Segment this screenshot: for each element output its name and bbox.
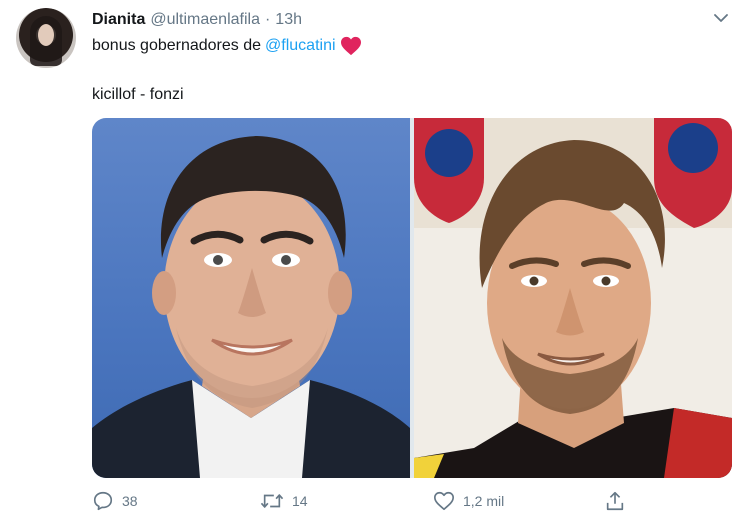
tweet-time[interactable]: 13h (275, 11, 302, 29)
retweet-action[interactable]: 14 (260, 490, 308, 512)
header-separator: · (264, 11, 271, 28)
reply-icon[interactable] (92, 490, 114, 512)
tweet-media[interactable] (92, 118, 732, 478)
tweet-text-line-1: bonus gobernadores de @flucatini (92, 36, 362, 56)
share-icon[interactable] (604, 490, 626, 512)
share-action[interactable] (604, 490, 626, 512)
photo-left[interactable] (92, 118, 410, 478)
mention-link[interactable]: @flucatini (265, 37, 336, 55)
like-action[interactable]: 1,2 mil (433, 490, 504, 512)
chevron-down-icon[interactable] (712, 10, 730, 26)
avatar-face (38, 24, 54, 46)
photo-right-illustration (414, 118, 732, 478)
reply-count: 38 (122, 493, 138, 509)
tweet-text-line-2: kicillof - fonzi (92, 86, 184, 103)
photo-right[interactable] (414, 118, 732, 478)
avatar[interactable] (16, 8, 76, 68)
tweet-header: Dianita @ultimaenlafila · 13h (92, 10, 302, 30)
like-icon[interactable] (433, 490, 455, 512)
retweet-icon[interactable] (260, 490, 284, 512)
like-count: 1,2 mil (463, 493, 505, 509)
reply-action[interactable]: 38 (92, 490, 138, 512)
retweet-count: 14 (292, 493, 308, 509)
tweet-text-prefix: bonus gobernadores de (92, 37, 262, 54)
photo-left-illustration (92, 136, 410, 478)
heart-emoji (340, 36, 362, 56)
tweet-actions: 38 14 1,2 mil (92, 490, 652, 516)
author-handle[interactable]: @ultimaenlafila (150, 11, 260, 29)
author-name[interactable]: Dianita (92, 11, 145, 29)
